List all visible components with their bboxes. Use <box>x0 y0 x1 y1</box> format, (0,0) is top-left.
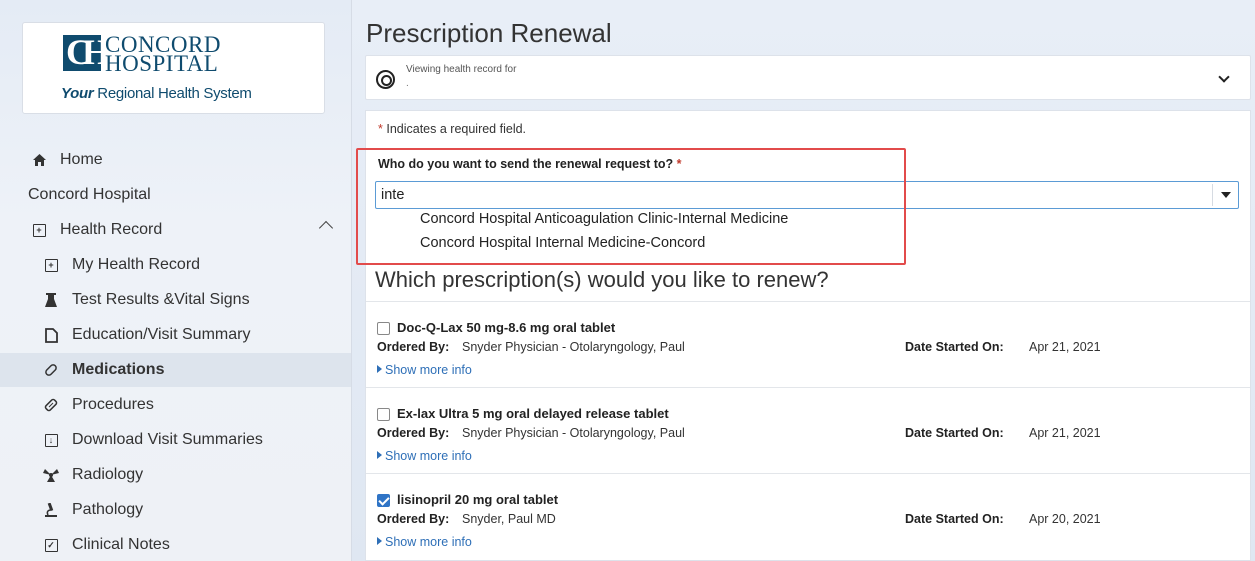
show-more-text: Show more info <box>385 363 472 377</box>
sidebar-item-pathology[interactable]: Pathology <box>0 493 351 527</box>
nav-home[interactable]: Home <box>0 143 351 177</box>
ordered-by-label: Ordered By: <box>377 426 450 440</box>
prescription-row: Ex-lax Ultra 5 mg oral delayed release t… <box>366 387 1250 473</box>
sidebar-item-label: Radiology <box>72 466 144 483</box>
download-icon: ↓ <box>40 433 62 447</box>
show-more-link[interactable]: Show more info <box>377 363 472 377</box>
show-more-text: Show more info <box>385 535 472 549</box>
combo-divider <box>1212 184 1213 206</box>
logo-tagline-bold: Your <box>61 85 94 102</box>
record-icon: + <box>28 223 50 237</box>
sidebar-item-clinical-notes[interactable]: ✓ Clinical Notes <box>0 528 351 561</box>
home-icon <box>28 154 50 166</box>
recipient-question: Who do you want to send the renewal requ… <box>378 157 682 171</box>
pill-icon <box>40 362 62 378</box>
chevron-up-icon[interactable] <box>318 220 334 236</box>
chevron-down-icon[interactable] <box>1218 71 1230 83</box>
recipient-option[interactable]: Concord Hospital Internal Medicine-Conco… <box>420 235 705 251</box>
prescription-checkbox[interactable] <box>377 408 390 421</box>
recipient-option[interactable]: Concord Hospital Anticoagulation Clinic-… <box>420 211 788 227</box>
show-more-link[interactable]: Show more info <box>377 449 472 463</box>
nav-org-label: Concord Hospital <box>28 186 151 203</box>
sidebar-item-label: Education/Visit Summary <box>72 326 251 343</box>
viewing-label: Viewing health record for <box>406 64 517 75</box>
dropdown-arrow-icon[interactable] <box>1221 192 1231 198</box>
required-star: * <box>676 157 682 171</box>
section-title: Which prescription(s) would you like to … <box>375 267 829 292</box>
ordered-by-value: Snyder Physician - Otolaryngology, Paul <box>462 340 685 354</box>
expand-triangle-icon <box>377 537 382 545</box>
show-more-text: Show more info <box>385 449 472 463</box>
ordered-by-label: Ordered By: <box>377 340 450 354</box>
ordered-by-value: Snyder Physician - Otolaryngology, Paul <box>462 426 685 440</box>
sidebar-item-label: Test Results &Vital Signs <box>72 291 250 308</box>
date-started-value: Apr 21, 2021 <box>1029 426 1101 440</box>
prescription-name: Ex-lax Ultra 5 mg oral delayed release t… <box>397 406 669 421</box>
recipient-combobox[interactable] <box>375 181 1239 209</box>
viewing-patient-name: . <box>406 78 409 89</box>
nav-health-record[interactable]: + Health Record <box>0 213 351 247</box>
document-icon <box>40 327 62 343</box>
ordered-by-label: Ordered By: <box>377 512 450 526</box>
nav-health-record-label: Health Record <box>60 221 163 238</box>
microscope-icon <box>40 503 62 517</box>
record-icon: + <box>40 258 62 272</box>
notes-icon: ✓ <box>40 538 62 552</box>
sidebar-item-download[interactable]: ↓ Download Visit Summaries <box>0 423 351 457</box>
procedure-icon <box>40 397 62 413</box>
patient-selector[interactable]: Viewing health record for . <box>365 55 1251 100</box>
expand-triangle-icon <box>377 451 382 459</box>
sidebar-item-my-health-record[interactable]: + My Health Record <box>0 248 351 282</box>
flask-icon <box>40 293 62 307</box>
date-started-value: Apr 20, 2021 <box>1029 512 1101 526</box>
renewal-form: * Indicates a required field. Who do you… <box>365 110 1251 561</box>
date-started-label: Date Started On: <box>905 340 1004 354</box>
sidebar: C H CONCORD HOSPITAL Your Regional Healt… <box>0 0 352 561</box>
prescription-name: lisinopril 20 mg oral tablet <box>397 492 559 507</box>
sidebar-item-medications[interactable]: Medications <box>0 353 351 387</box>
ordered-by-value: Snyder, Paul MD <box>462 512 556 526</box>
sidebar-item-label: Clinical Notes <box>72 536 170 553</box>
prescription-row: Doc-Q-Lax 50 mg-8.6 mg oral tablet Order… <box>366 301 1250 387</box>
recipient-search-input[interactable] <box>376 182 1206 208</box>
sidebar-item-radiology[interactable]: Radiology <box>0 458 351 492</box>
patient-icon <box>376 70 395 89</box>
logo-mark: C H <box>63 33 110 71</box>
page-title: Prescription Renewal <box>366 18 612 48</box>
hospital-logo[interactable]: C H CONCORD HOSPITAL Your Regional Healt… <box>22 22 325 114</box>
sidebar-item-procedures[interactable]: Procedures <box>0 388 351 422</box>
show-more-link[interactable]: Show more info <box>377 535 472 549</box>
required-note-text: Indicates a required field. <box>382 122 527 136</box>
nav-org[interactable]: Concord Hospital <box>0 178 351 212</box>
sidebar-item-label: Download Visit Summaries <box>72 431 263 448</box>
date-started-label: Date Started On: <box>905 426 1004 440</box>
sidebar-item-label: My Health Record <box>72 256 201 273</box>
prescription-row: lisinopril 20 mg oral tablet Ordered By:… <box>366 473 1250 559</box>
nav-home-label: Home <box>60 151 103 168</box>
sidebar-item-label: Procedures <box>72 396 154 413</box>
logo-tagline-rest: Regional Health System <box>93 85 252 102</box>
required-note: * Indicates a required field. <box>378 122 526 136</box>
expand-triangle-icon <box>377 365 382 373</box>
prescription-checkbox[interactable] <box>377 322 390 335</box>
prescription-name: Doc-Q-Lax 50 mg-8.6 mg oral tablet <box>397 320 616 335</box>
radiology-icon <box>40 468 62 482</box>
date-started-label: Date Started On: <box>905 512 1004 526</box>
logo-tagline: Your Regional Health System <box>61 85 252 102</box>
logo-name-line2: HOSPITAL <box>105 51 219 76</box>
sidebar-item-label: Medications <box>72 361 165 378</box>
sidebar-item-test-results[interactable]: Test Results &Vital Signs <box>0 283 351 317</box>
recipient-dropdown: Concord Hospital Anticoagulation Clinic-… <box>375 209 1239 259</box>
date-started-value: Apr 21, 2021 <box>1029 340 1101 354</box>
prescription-checkbox[interactable] <box>377 494 390 507</box>
sidebar-item-education[interactable]: Education/Visit Summary <box>0 318 351 352</box>
recipient-question-text: Who do you want to send the renewal requ… <box>378 157 674 171</box>
sidebar-item-label: Pathology <box>72 501 144 518</box>
